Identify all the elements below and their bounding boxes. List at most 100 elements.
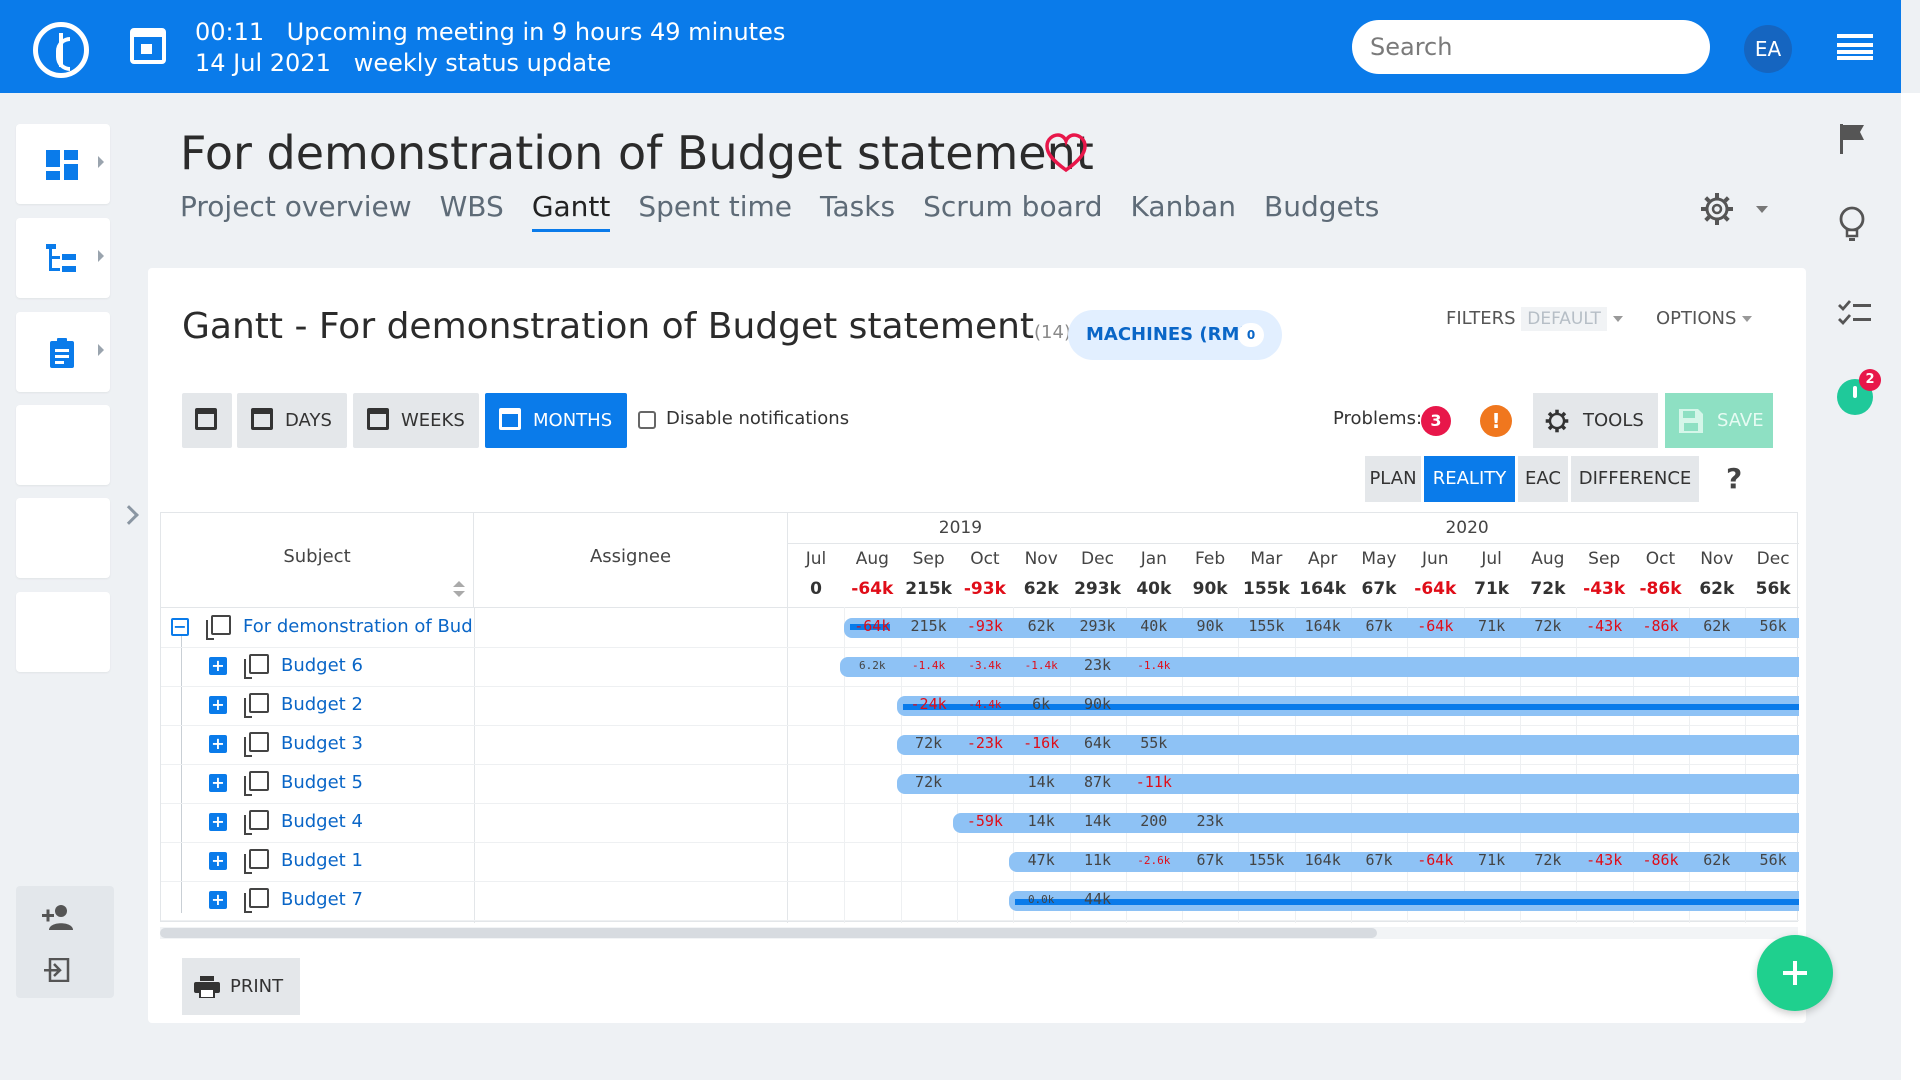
bar-value: 215k bbox=[910, 617, 947, 635]
task-name-link[interactable]: Budget 5 bbox=[281, 772, 471, 793]
tab-tasks[interactable]: Tasks bbox=[820, 190, 895, 229]
task-name-link[interactable]: For demonstration of Budget statement bbox=[243, 616, 473, 637]
subject-column-header[interactable]: Subject bbox=[161, 513, 474, 607]
task-name-link[interactable]: Budget 3 bbox=[281, 733, 471, 754]
tools-button[interactable]: TOOLS bbox=[1533, 393, 1658, 448]
task-icon bbox=[244, 771, 269, 796]
task-icon bbox=[244, 732, 269, 757]
bar-value: -86k bbox=[1642, 617, 1679, 635]
bar-value: 71k bbox=[1478, 851, 1506, 869]
help-icon[interactable]: ? bbox=[1726, 462, 1742, 495]
project-tabs: Project overview WBS Gantt Spent time Tasks S… bbox=[180, 190, 1407, 232]
zoom-months-button[interactable]: MONTHS bbox=[485, 393, 627, 448]
disable-notifications-label[interactable]: Disable notifications bbox=[666, 408, 849, 429]
options-label: OPTIONS bbox=[1656, 308, 1737, 329]
sort-up-icon[interactable] bbox=[453, 581, 465, 587]
calendar-icon[interactable] bbox=[130, 28, 166, 64]
bar-value: -43k bbox=[1586, 851, 1623, 869]
task-icon bbox=[244, 693, 269, 718]
bar-value: 14k bbox=[1027, 812, 1055, 830]
bar-value: 11k bbox=[1083, 851, 1112, 869]
filters-dropdown[interactable]: FILTERS DEFAULT bbox=[1446, 307, 1623, 331]
sidebar-tasks-button[interactable] bbox=[16, 312, 110, 392]
sidebar-expand-icon[interactable] bbox=[119, 505, 139, 525]
expand-icon[interactable]: + bbox=[209, 813, 227, 831]
gear-icon[interactable] bbox=[1700, 192, 1734, 226]
tab-scrum-board[interactable]: Scrum board bbox=[923, 190, 1102, 229]
zoom-days-button[interactable]: DAYS bbox=[237, 393, 347, 448]
sidebar-empty-slot[interactable] bbox=[16, 405, 110, 485]
task-name-link[interactable]: Budget 7 bbox=[281, 889, 471, 910]
tab-spent-time[interactable]: Spent time bbox=[638, 190, 792, 229]
sidebar-wbs-button[interactable] bbox=[16, 218, 110, 298]
task-name-link[interactable]: Budget 6 bbox=[281, 655, 471, 676]
task-name-link[interactable]: Budget 1 bbox=[281, 850, 471, 871]
month-total: 72k bbox=[1530, 579, 1566, 599]
add-user-icon[interactable] bbox=[42, 904, 74, 930]
today-button[interactable] bbox=[182, 393, 232, 448]
sort-down-icon[interactable] bbox=[453, 591, 465, 597]
upcoming-meeting[interactable]: 00:11 Upcoming meeting in 9 hours 49 min… bbox=[195, 17, 785, 79]
expand-icon[interactable]: + bbox=[209, 852, 227, 870]
calendar-icon bbox=[251, 408, 273, 430]
bar-value: 67k bbox=[1365, 851, 1393, 869]
floppy-icon bbox=[1679, 409, 1703, 433]
expand-icon[interactable]: + bbox=[209, 891, 227, 909]
assignee-column-header[interactable]: Assignee bbox=[474, 513, 788, 607]
tab-budgets[interactable]: Budgets bbox=[1264, 190, 1379, 229]
disable-notifications-checkbox[interactable] bbox=[638, 411, 656, 429]
scrollbar-thumb[interactable] bbox=[160, 928, 1377, 938]
chevron-down-icon[interactable] bbox=[1756, 206, 1768, 213]
chevron-right-icon bbox=[98, 344, 104, 356]
tab-kanban[interactable]: Kanban bbox=[1131, 190, 1236, 229]
view-eac-button[interactable]: EAC bbox=[1518, 456, 1568, 502]
search-input[interactable] bbox=[1352, 20, 1710, 74]
month-label: May bbox=[1361, 549, 1397, 569]
bar-value: -4.4k bbox=[968, 698, 1002, 711]
task-icon bbox=[206, 615, 231, 640]
task-name-link[interactable]: Budget 4 bbox=[281, 811, 471, 832]
view-reality-button[interactable]: REALITY bbox=[1424, 456, 1515, 502]
lightbulb-icon[interactable] bbox=[1838, 206, 1866, 242]
logout-icon[interactable] bbox=[44, 958, 70, 982]
avatar[interactable]: EA bbox=[1744, 25, 1792, 73]
zoom-weeks-button[interactable]: WEEKS bbox=[353, 393, 479, 448]
expand-icon[interactable]: + bbox=[209, 774, 227, 792]
menu-icon[interactable] bbox=[1837, 34, 1873, 60]
timer-icon[interactable]: 2 bbox=[1837, 369, 1881, 415]
checklist-icon[interactable] bbox=[1838, 300, 1872, 326]
year-divider bbox=[788, 543, 1799, 544]
favorite-heart-icon[interactable] bbox=[1044, 132, 1088, 176]
month-total: -64k bbox=[851, 579, 894, 599]
options-dropdown[interactable]: OPTIONS bbox=[1656, 308, 1753, 329]
month-total: 67k bbox=[1361, 579, 1397, 599]
app-logo-icon[interactable] bbox=[33, 22, 89, 78]
problems-count-badge[interactable]: 3 bbox=[1421, 406, 1451, 436]
expand-icon[interactable]: + bbox=[209, 657, 227, 675]
month-gridline bbox=[1182, 607, 1184, 923]
bar-value: 164k bbox=[1304, 851, 1341, 869]
collapse-icon[interactable]: − bbox=[171, 618, 189, 636]
bar-value: -24k bbox=[910, 695, 947, 713]
bar-value: 87k bbox=[1083, 773, 1112, 791]
month-gridline bbox=[1294, 607, 1296, 923]
tab-gantt[interactable]: Gantt bbox=[531, 190, 611, 232]
task-name-link[interactable]: Budget 2 bbox=[281, 694, 471, 715]
month-total: 155k bbox=[1242, 579, 1290, 599]
tab-wbs[interactable]: WBS bbox=[440, 190, 504, 229]
sidebar-empty-slot[interactable] bbox=[16, 592, 110, 672]
expand-icon[interactable]: + bbox=[209, 696, 227, 714]
horizontal-scrollbar[interactable] bbox=[160, 927, 1798, 939]
expand-icon[interactable]: + bbox=[209, 735, 227, 753]
info-icon[interactable]: ! bbox=[1480, 405, 1512, 437]
add-fab-button[interactable] bbox=[1757, 935, 1833, 1011]
machines-button[interactable]: MACHINES (RM) 0 bbox=[1068, 310, 1282, 360]
view-difference-button[interactable]: DIFFERENCE bbox=[1571, 456, 1699, 502]
tab-project-overview[interactable]: Project overview bbox=[180, 190, 412, 229]
print-button[interactable]: PRINT bbox=[182, 958, 300, 1015]
sidebar-dashboard-button[interactable] bbox=[16, 124, 110, 204]
sidebar-empty-slot[interactable] bbox=[16, 498, 110, 578]
save-button[interactable]: SAVE bbox=[1665, 393, 1773, 448]
flag-icon[interactable] bbox=[1838, 124, 1866, 154]
view-plan-button[interactable]: PLAN bbox=[1365, 456, 1421, 502]
